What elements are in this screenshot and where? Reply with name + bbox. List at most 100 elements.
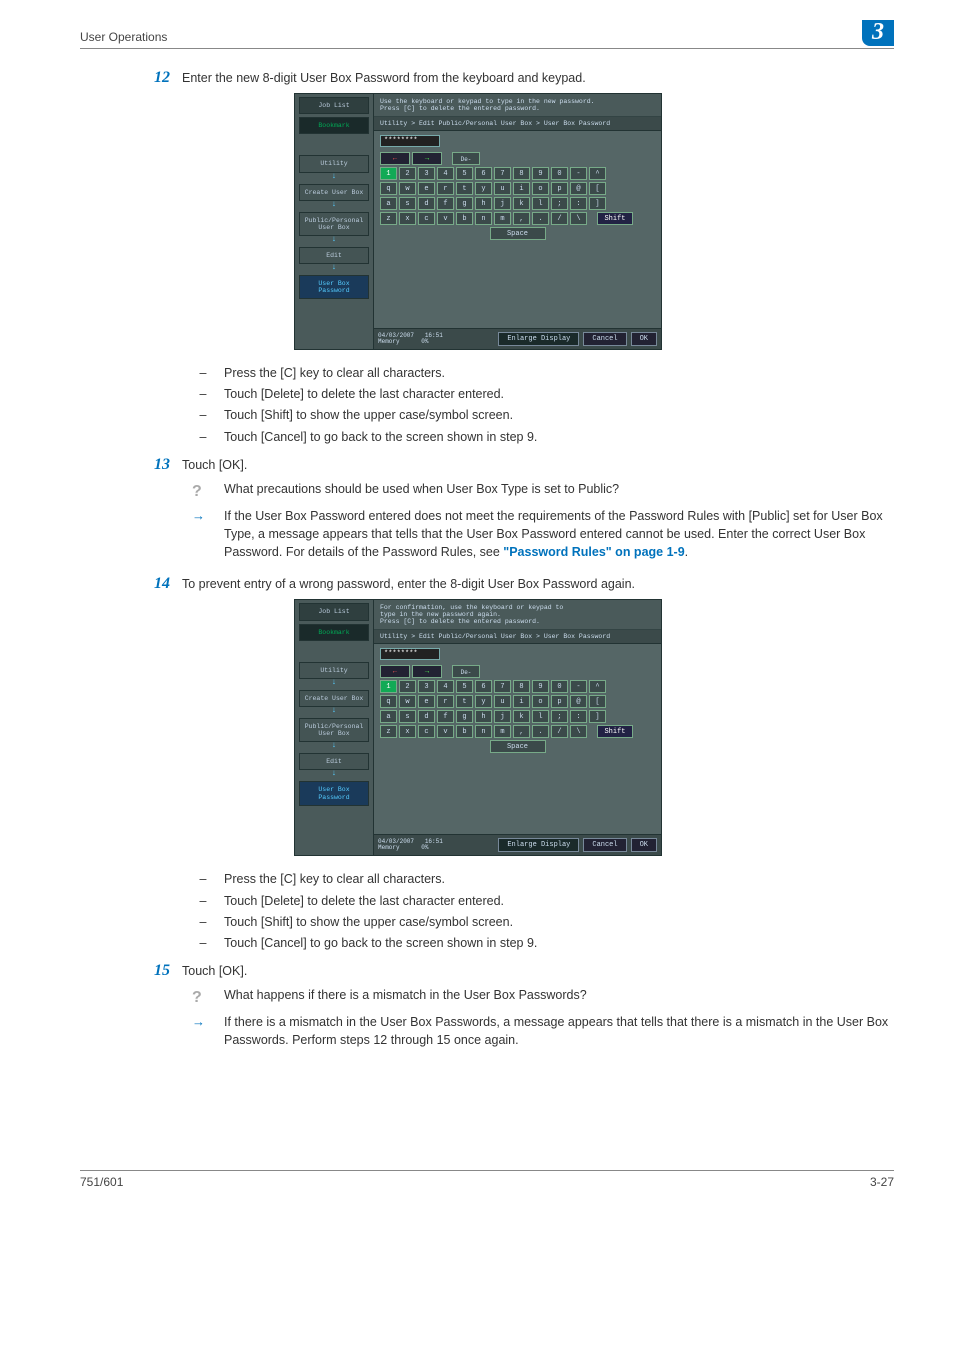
crumb-user-box-password[interactable]: User Box Password: [299, 275, 369, 299]
key[interactable]: .: [532, 725, 549, 738]
key[interactable]: ]: [589, 197, 606, 210]
key[interactable]: x: [399, 212, 416, 225]
key[interactable]: 0: [551, 680, 568, 693]
key-left-arrow[interactable]: ←: [380, 152, 410, 165]
key[interactable]: x: [399, 725, 416, 738]
password-input[interactable]: ********: [380, 648, 440, 660]
key[interactable]: u: [494, 695, 511, 708]
key-delete[interactable]: De- lete: [452, 665, 480, 678]
password-input[interactable]: ********: [380, 135, 440, 147]
key[interactable]: r: [437, 182, 454, 195]
key[interactable]: p: [551, 182, 568, 195]
key-right-arrow[interactable]: →: [412, 152, 442, 165]
key[interactable]: 0: [551, 167, 568, 180]
ok-button[interactable]: OK: [631, 838, 657, 852]
key[interactable]: ^: [589, 167, 606, 180]
key-space[interactable]: Space: [490, 740, 546, 753]
key[interactable]: s: [399, 197, 416, 210]
key[interactable]: 9: [532, 167, 549, 180]
key[interactable]: r: [437, 695, 454, 708]
key[interactable]: c: [418, 725, 435, 738]
key[interactable]: i: [513, 182, 530, 195]
key[interactable]: e: [418, 182, 435, 195]
key[interactable]: q: [380, 182, 397, 195]
key[interactable]: @: [570, 182, 587, 195]
key-left-arrow[interactable]: ←: [380, 665, 410, 678]
key[interactable]: d: [418, 710, 435, 723]
key[interactable]: a: [380, 197, 397, 210]
key[interactable]: g: [456, 710, 473, 723]
key[interactable]: u: [494, 182, 511, 195]
key[interactable]: 5: [456, 167, 473, 180]
key[interactable]: ]: [589, 710, 606, 723]
key[interactable]: i: [513, 695, 530, 708]
key[interactable]: n: [475, 212, 492, 225]
key[interactable]: t: [456, 695, 473, 708]
key[interactable]: w: [399, 182, 416, 195]
key[interactable]: [: [589, 695, 606, 708]
key[interactable]: 6: [475, 680, 492, 693]
key[interactable]: 3: [418, 167, 435, 180]
crumb-public-personal[interactable]: Public/Personal User Box: [299, 212, 369, 236]
password-rules-link[interactable]: "Password Rules" on page 1-9: [503, 545, 684, 559]
key[interactable]: v: [437, 212, 454, 225]
cancel-button[interactable]: Cancel: [583, 838, 626, 852]
key[interactable]: o: [532, 695, 549, 708]
key[interactable]: ,: [513, 725, 530, 738]
key[interactable]: 2: [399, 680, 416, 693]
key[interactable]: w: [399, 695, 416, 708]
key[interactable]: /: [551, 212, 568, 225]
key[interactable]: 1: [380, 680, 397, 693]
key[interactable]: 8: [513, 167, 530, 180]
tab-job-list[interactable]: Job List: [299, 97, 369, 114]
key[interactable]: n: [475, 725, 492, 738]
key[interactable]: a: [380, 710, 397, 723]
cancel-button[interactable]: Cancel: [583, 332, 626, 346]
key[interactable]: z: [380, 212, 397, 225]
key[interactable]: /: [551, 725, 568, 738]
key[interactable]: b: [456, 212, 473, 225]
key[interactable]: 7: [494, 167, 511, 180]
crumb-create-user-box[interactable]: Create User Box: [299, 184, 369, 201]
key[interactable]: c: [418, 212, 435, 225]
crumb-user-box-password[interactable]: User Box Password: [299, 781, 369, 805]
key-delete[interactable]: De- lete: [452, 152, 480, 165]
key[interactable]: 4: [437, 167, 454, 180]
tab-bookmark[interactable]: Bookmark: [299, 624, 369, 641]
crumb-utility[interactable]: Utility: [299, 155, 369, 172]
crumb-edit[interactable]: Edit: [299, 247, 369, 264]
key[interactable]: h: [475, 710, 492, 723]
crumb-utility[interactable]: Utility: [299, 662, 369, 679]
key[interactable]: \: [570, 212, 587, 225]
key[interactable]: j: [494, 197, 511, 210]
key[interactable]: 7: [494, 680, 511, 693]
key[interactable]: @: [570, 695, 587, 708]
key[interactable]: v: [437, 725, 454, 738]
key[interactable]: y: [475, 695, 492, 708]
key[interactable]: k: [513, 710, 530, 723]
key[interactable]: -: [570, 680, 587, 693]
key[interactable]: h: [475, 197, 492, 210]
key[interactable]: k: [513, 197, 530, 210]
key[interactable]: l: [532, 197, 549, 210]
key[interactable]: d: [418, 197, 435, 210]
enlarge-display-button[interactable]: Enlarge Display: [498, 838, 579, 852]
key[interactable]: p: [551, 695, 568, 708]
key[interactable]: o: [532, 182, 549, 195]
crumb-create-user-box[interactable]: Create User Box: [299, 690, 369, 707]
key[interactable]: [: [589, 182, 606, 195]
key[interactable]: -: [570, 167, 587, 180]
key[interactable]: e: [418, 695, 435, 708]
key[interactable]: 5: [456, 680, 473, 693]
crumb-public-personal[interactable]: Public/Personal User Box: [299, 718, 369, 742]
key[interactable]: 2: [399, 167, 416, 180]
key[interactable]: q: [380, 695, 397, 708]
key[interactable]: 1: [380, 167, 397, 180]
key[interactable]: j: [494, 710, 511, 723]
key[interactable]: y: [475, 182, 492, 195]
key[interactable]: t: [456, 182, 473, 195]
key[interactable]: f: [437, 710, 454, 723]
key[interactable]: ;: [551, 197, 568, 210]
key[interactable]: f: [437, 197, 454, 210]
key[interactable]: l: [532, 710, 549, 723]
